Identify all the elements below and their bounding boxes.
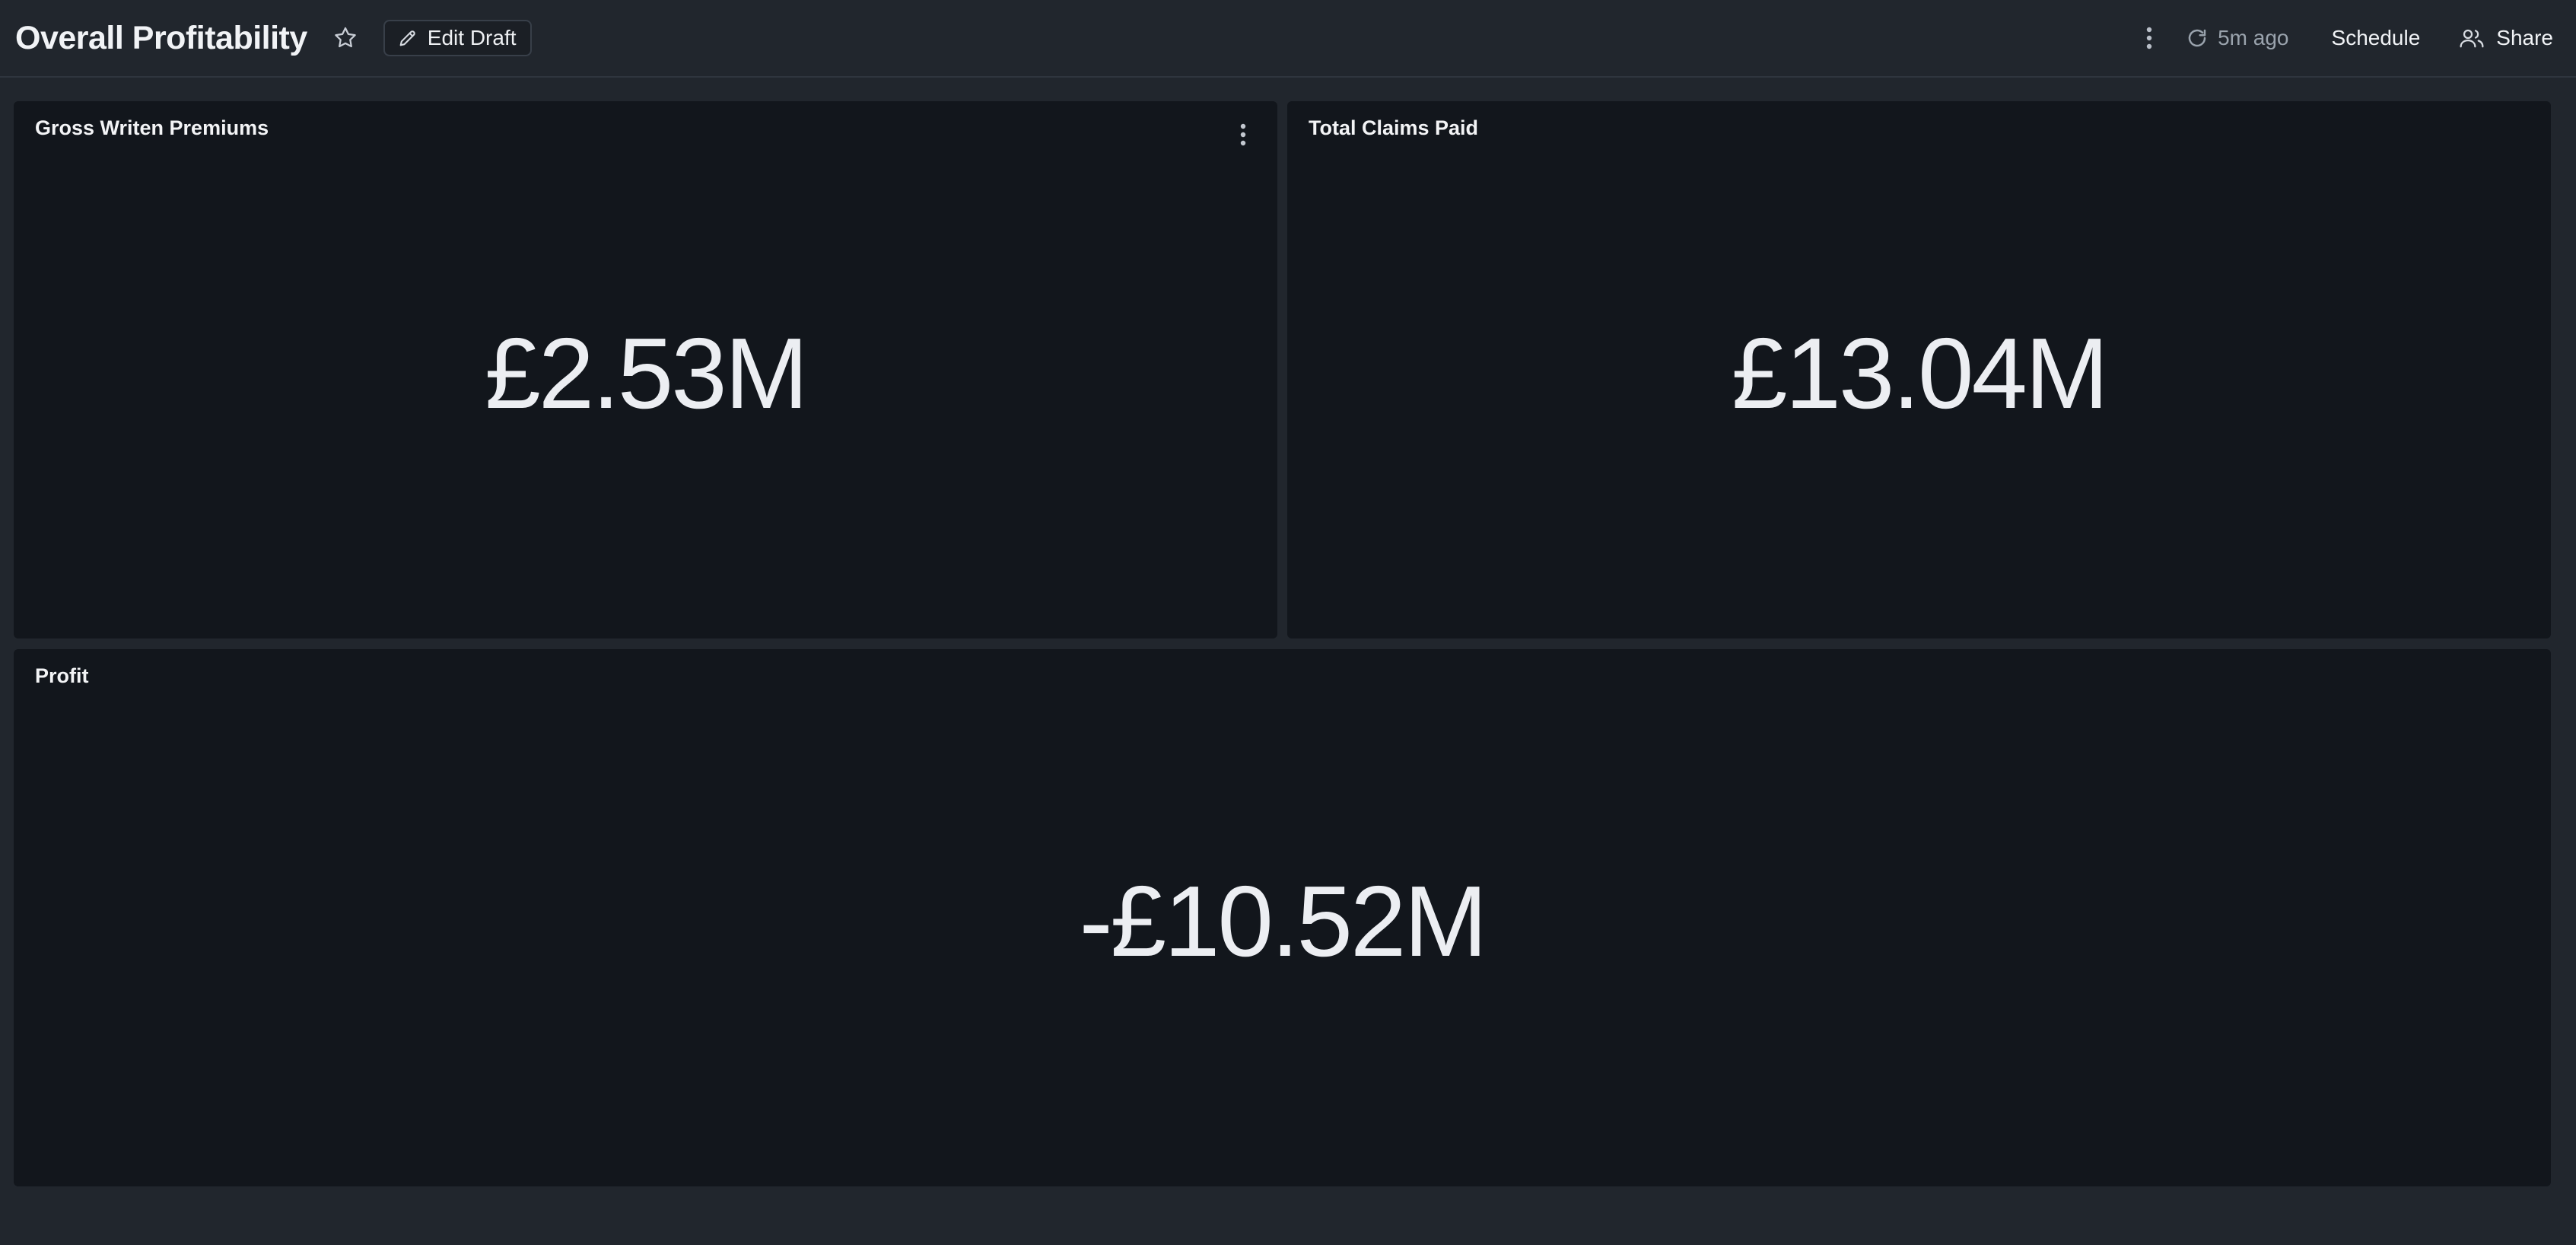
tile-title: Profit — [35, 664, 89, 687]
tile-title: Total Claims Paid — [1309, 116, 1479, 139]
pencil-icon — [399, 30, 415, 46]
header-actions: 5m ago Schedule Share — [2134, 0, 2561, 76]
kpi-tile-profit[interactable]: Profit -£10.52M — [14, 649, 2551, 1186]
schedule-button[interactable]: Schedule — [2332, 26, 2421, 50]
tile-title: Gross Writen Premiums — [35, 116, 269, 139]
more-options-button[interactable] — [2134, 17, 2164, 59]
edit-draft-button[interactable]: Edit Draft — [383, 20, 532, 56]
kpi-value: -£10.52M — [1079, 865, 1488, 977]
star-icon — [335, 27, 356, 48]
kpi-value: £13.04M — [1732, 317, 2109, 429]
favorite-button[interactable] — [330, 23, 361, 53]
edit-draft-label: Edit Draft — [427, 26, 517, 49]
kpi-value: £2.53M — [485, 317, 808, 429]
share-button[interactable]: Share — [2458, 26, 2553, 50]
kpi-tile-gross-written-premiums[interactable]: Gross Writen Premiums £2.53M — [14, 101, 1277, 638]
refresh-icon — [2188, 29, 2206, 47]
share-label: Share — [2496, 26, 2553, 49]
users-icon — [2460, 29, 2484, 48]
page-title: Overall Profitability — [15, 19, 307, 56]
tile-menu-button[interactable] — [1232, 118, 1255, 151]
dashboard-header: Overall Profitability Edit Draft 5m ago — [0, 0, 2576, 78]
refresh-label: 5m ago — [2218, 26, 2289, 49]
kebab-icon — [2146, 27, 2152, 49]
kebab-icon — [1240, 123, 1246, 146]
kpi-tile-total-claims-paid[interactable]: Total Claims Paid £13.04M — [1287, 101, 2551, 638]
refresh-button[interactable]: 5m ago — [2186, 26, 2289, 50]
